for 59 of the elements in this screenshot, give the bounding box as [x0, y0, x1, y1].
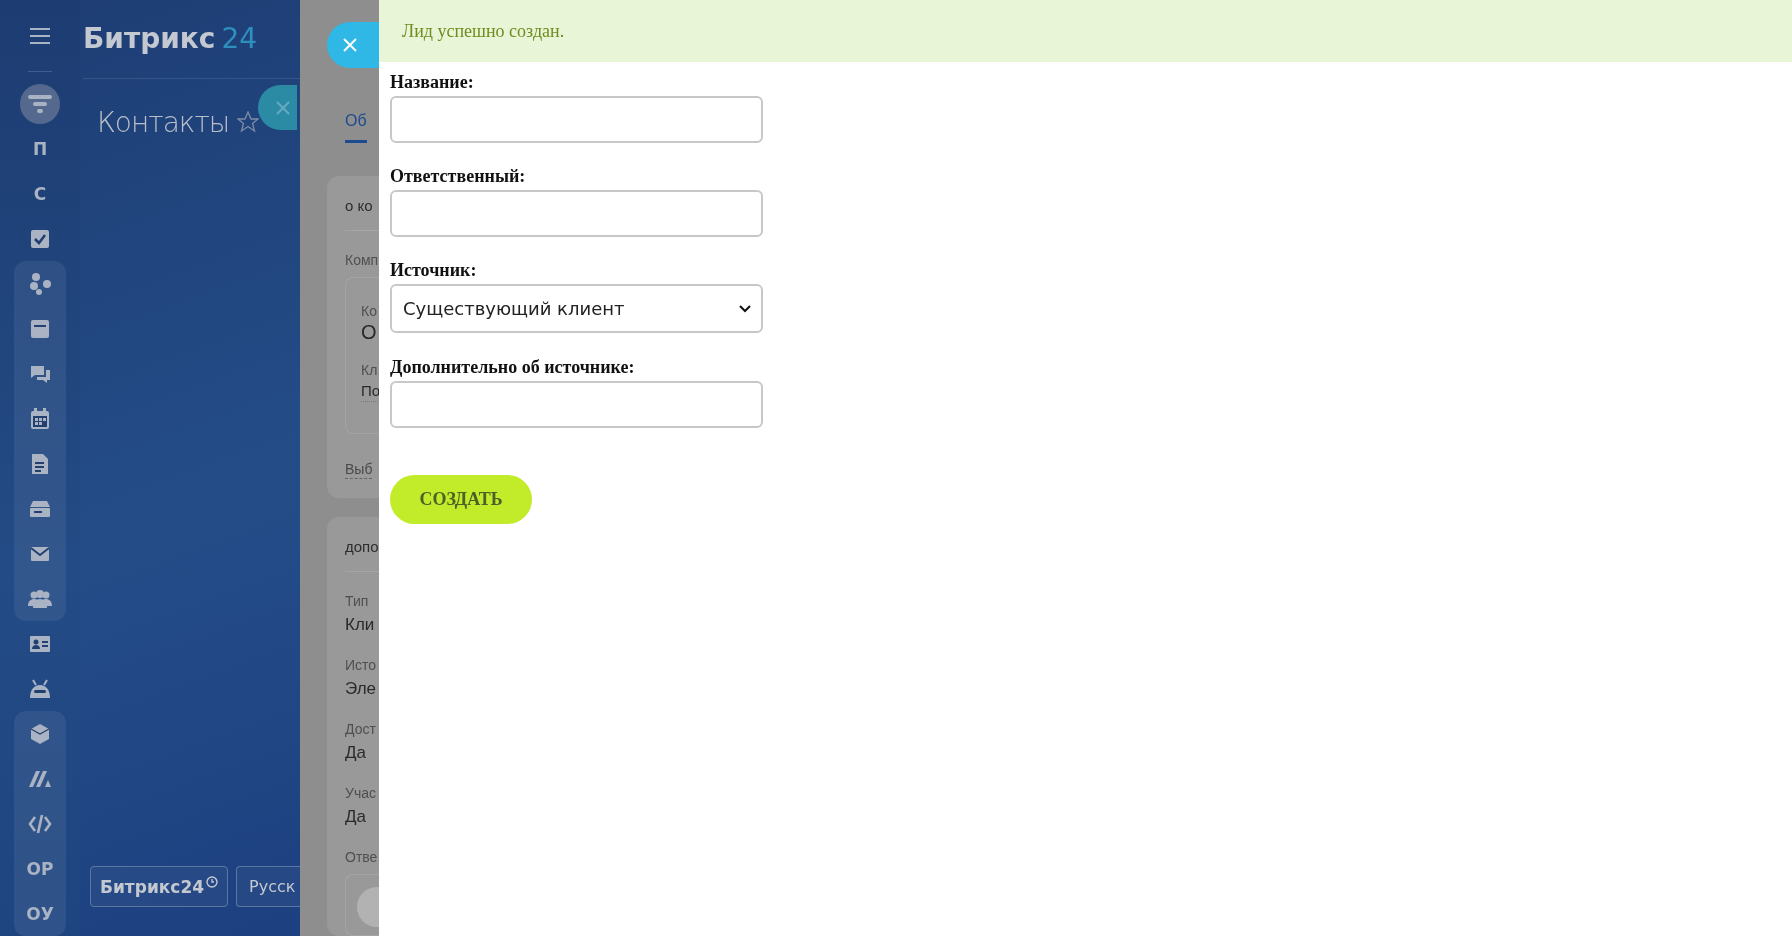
- field-label: Ответственный:: [390, 166, 527, 188]
- logo-text: Битрикс: [83, 21, 216, 55]
- input-field[interactable]: [390, 381, 763, 428]
- contact-card-icon: [29, 634, 51, 653]
- close-button[interactable]: [258, 85, 297, 130]
- tab[interactable]: Об: [345, 112, 367, 143]
- input-field[interactable]: [390, 96, 763, 143]
- circles-icon: [29, 272, 51, 295]
- sidebar-item[interactable]: П: [20, 128, 60, 169]
- create-button[interactable]: СОЗДАТЬ: [390, 475, 532, 524]
- mail-icon: [30, 545, 50, 562]
- field-label: Источник:: [390, 260, 478, 282]
- field-value: Да: [345, 806, 367, 828]
- sidebar-item[interactable]: [20, 83, 60, 124]
- close-icon: [343, 38, 357, 52]
- close-icon: [276, 100, 290, 115]
- field-value: Эле: [345, 678, 378, 700]
- field-label: Название:: [390, 72, 475, 94]
- chat-icon: [29, 363, 51, 384]
- clock-icon: [206, 876, 219, 888]
- logo-number: 24: [221, 21, 258, 55]
- sidebar-item[interactable]: ОР: [20, 848, 60, 889]
- slashes-icon: [28, 769, 52, 788]
- menu-icon[interactable]: [30, 27, 50, 44]
- field-label: Дост: [345, 720, 377, 738]
- field-label: Отве: [345, 848, 379, 866]
- field-label: Комп: [345, 251, 379, 269]
- field-label: Исто: [345, 656, 378, 674]
- window-icon: [30, 318, 50, 339]
- calendar-icon: [30, 407, 50, 430]
- field-value: О: [361, 320, 378, 344]
- select-field[interactable]: Существующий клиент: [390, 284, 763, 333]
- sidebar-item[interactable]: ОУ: [20, 893, 60, 934]
- field-label: Учас: [345, 784, 377, 802]
- star-icon[interactable]: [237, 111, 260, 133]
- field-value: Кли: [345, 614, 376, 636]
- field-label: Ко: [361, 302, 378, 320]
- success-message: Лид успешно создан.: [379, 0, 1792, 62]
- task-checkbox-icon: [30, 228, 50, 249]
- avatar: [357, 887, 379, 927]
- logo-button[interactable]: Битрикс24: [90, 866, 229, 907]
- code-icon: [28, 813, 52, 834]
- field-label: Тип: [345, 592, 370, 610]
- field-label: Дополнительно об источнике:: [390, 357, 636, 379]
- field-label: Кл: [361, 361, 379, 379]
- page-title: Контакты: [97, 105, 230, 139]
- people-icon: [28, 588, 52, 609]
- input-field[interactable]: [390, 190, 763, 237]
- sidebar-item[interactable]: С: [20, 173, 60, 214]
- drive-icon: [29, 499, 51, 518]
- select-link[interactable]: Выб: [345, 460, 373, 479]
- field-value: Да: [345, 742, 367, 764]
- close-button[interactable]: [327, 22, 379, 68]
- chevron-down-icon: [739, 304, 751, 313]
- robot-icon: [29, 678, 51, 699]
- filter-icon: [28, 93, 52, 114]
- cube-icon: [30, 722, 50, 745]
- document-icon: [31, 452, 49, 475]
- language-button[interactable]: Русск: [236, 866, 300, 907]
